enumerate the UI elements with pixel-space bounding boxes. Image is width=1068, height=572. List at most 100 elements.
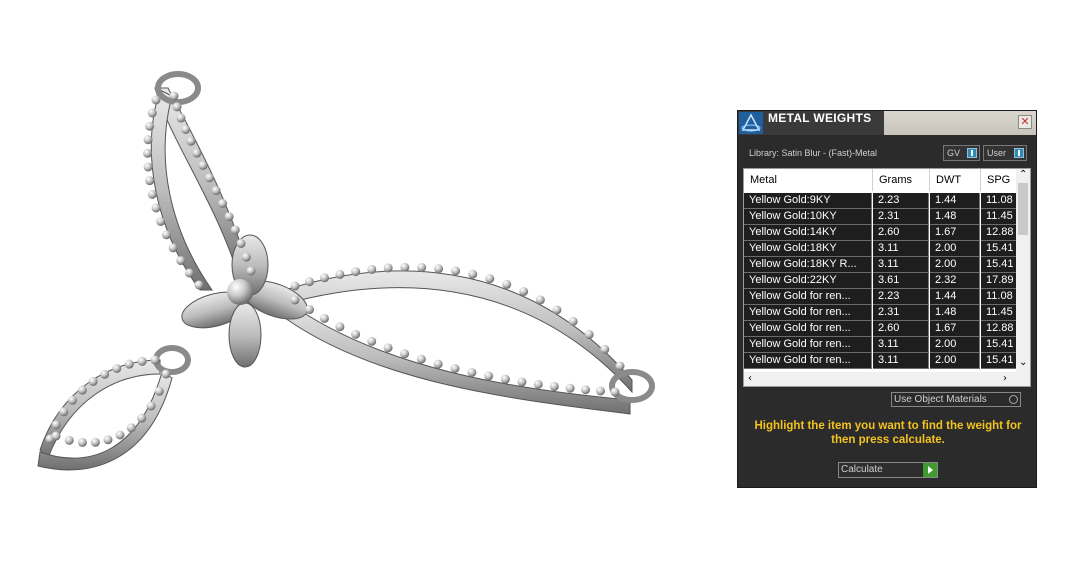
column-header-dwt[interactable]: DWT bbox=[930, 169, 981, 191]
use-object-materials-option[interactable]: Use Object Materials bbox=[891, 392, 1021, 407]
play-icon bbox=[923, 463, 937, 477]
table-cell: Yellow Gold for ren... bbox=[744, 289, 872, 305]
table-cell: 15.41 bbox=[981, 337, 1021, 353]
column-header-metal[interactable]: Metal bbox=[744, 169, 873, 191]
table-cell: 2.60 bbox=[873, 321, 929, 337]
bead bbox=[433, 359, 443, 369]
bead bbox=[305, 277, 315, 287]
table-row[interactable]: Yellow Gold:9KY 2.23 1.44 11.08 bbox=[744, 193, 1021, 209]
bead bbox=[112, 363, 122, 373]
calculate-button[interactable]: Calculate bbox=[838, 462, 938, 478]
table-body: Yellow Gold:9KY 2.23 1.44 11.08 Yellow Gold:… bbox=[744, 193, 1021, 369]
bead bbox=[143, 148, 153, 158]
radio-icon[interactable] bbox=[1009, 395, 1018, 404]
user-toggle[interactable]: User bbox=[983, 145, 1027, 161]
table-cell: Yellow Gold for ren... bbox=[744, 353, 872, 369]
table-cell: Yellow Gold:10KY bbox=[744, 209, 872, 225]
bead bbox=[137, 356, 147, 366]
metal-weights-table[interactable]: Metal Grams DWT SPG Yellow Gold:9KY 2.23 1… bbox=[743, 168, 1031, 387]
table-cell: 3.11 bbox=[873, 257, 929, 273]
table-row[interactable]: Yellow Gold for ren... 2.31 1.48 11.45 bbox=[744, 305, 1021, 321]
table-row[interactable]: Yellow Gold for ren... 3.11 2.00 15.41 bbox=[744, 353, 1021, 369]
bead bbox=[502, 279, 512, 289]
scroll-down-icon[interactable]: ⌄ bbox=[1019, 357, 1027, 368]
bead bbox=[147, 189, 157, 199]
table-cell: Yellow Gold:9KY bbox=[744, 193, 872, 209]
bead bbox=[161, 230, 171, 240]
bead bbox=[241, 252, 251, 262]
table-cell: Yellow Gold:14KY bbox=[744, 225, 872, 241]
toggle-switch-icon bbox=[1014, 148, 1024, 158]
bead bbox=[145, 121, 155, 131]
bead bbox=[59, 407, 69, 417]
table-row[interactable]: Yellow Gold:22KY 3.61 2.32 17.89 bbox=[744, 273, 1021, 289]
table-cell: Yellow Gold:18KY R... bbox=[744, 257, 872, 273]
bead bbox=[151, 95, 161, 105]
table-cell: Yellow Gold:18KY bbox=[744, 241, 872, 257]
bead bbox=[417, 263, 427, 273]
bead bbox=[319, 313, 329, 323]
bead bbox=[230, 225, 240, 235]
pendant-model bbox=[37, 71, 655, 471]
bead bbox=[218, 198, 228, 208]
bead bbox=[100, 369, 110, 379]
table-row[interactable]: Yellow Gold:18KY 3.11 2.00 15.41 bbox=[744, 241, 1021, 257]
table-cell: 2.60 bbox=[873, 225, 929, 241]
bead bbox=[484, 371, 494, 381]
vertical-scrollbar[interactable]: ⌃ ⌄ bbox=[1016, 169, 1030, 372]
bead bbox=[156, 216, 166, 226]
bead bbox=[169, 91, 179, 101]
table-cell: 2.00 bbox=[930, 241, 980, 257]
calculate-label: Calculate bbox=[841, 464, 883, 475]
table-row[interactable]: Yellow Gold:18KY R... 3.11 2.00 15.41 bbox=[744, 257, 1021, 273]
scroll-thumb[interactable] bbox=[1018, 183, 1028, 235]
bead bbox=[383, 343, 393, 353]
bead bbox=[246, 266, 256, 276]
gv-toggle[interactable]: GV bbox=[943, 145, 980, 161]
bead bbox=[367, 264, 377, 274]
table-row[interactable]: Yellow Gold for ren... 2.60 1.67 12.88 bbox=[744, 321, 1021, 337]
table-cell: 1.67 bbox=[930, 321, 980, 337]
bead bbox=[485, 274, 495, 284]
bead bbox=[533, 379, 543, 389]
table-row[interactable]: Yellow Gold:14KY 2.60 1.67 12.88 bbox=[744, 225, 1021, 241]
table-cell: 1.48 bbox=[930, 209, 980, 225]
bead bbox=[416, 354, 426, 364]
3d-viewport[interactable] bbox=[0, 0, 720, 568]
table-row[interactable]: Yellow Gold:10KY 2.31 1.48 11.45 bbox=[744, 209, 1021, 225]
bead bbox=[137, 413, 147, 423]
bead bbox=[67, 395, 77, 405]
bead bbox=[549, 381, 559, 391]
metal-weights-panel: METAL WEIGHTS ✕ Library: Satin Blur - (F… bbox=[737, 110, 1037, 488]
bead bbox=[77, 437, 87, 447]
panel-title: METAL WEIGHTS bbox=[768, 111, 872, 125]
table-cell: Yellow Gold:22KY bbox=[744, 273, 872, 289]
bead bbox=[126, 423, 136, 433]
close-button[interactable]: ✕ bbox=[1018, 115, 1032, 129]
bead bbox=[451, 266, 461, 276]
title-bar[interactable]: METAL WEIGHTS ✕ bbox=[738, 111, 1036, 135]
scroll-left-icon[interactable]: ‹ bbox=[748, 373, 752, 384]
bead bbox=[145, 176, 155, 186]
column-header-spg[interactable]: SPG bbox=[981, 169, 1021, 191]
bead bbox=[467, 367, 477, 377]
table-row[interactable]: Yellow Gold for ren... 3.11 2.00 15.41 bbox=[744, 337, 1021, 353]
bead bbox=[151, 203, 161, 213]
bead bbox=[90, 437, 100, 447]
scroll-right-icon[interactable]: › bbox=[1003, 373, 1007, 384]
table-cell: 2.00 bbox=[930, 337, 980, 353]
table-cell: Yellow Gold for ren... bbox=[744, 305, 872, 321]
table-cell: 3.61 bbox=[873, 273, 929, 289]
bead bbox=[383, 263, 393, 273]
bead bbox=[77, 385, 87, 395]
bead bbox=[143, 135, 153, 145]
table-row[interactable]: Yellow Gold for ren... 2.23 1.44 11.08 bbox=[744, 289, 1021, 305]
bead bbox=[351, 267, 361, 277]
bead bbox=[192, 148, 202, 158]
scroll-up-icon[interactable]: ⌃ bbox=[1019, 169, 1027, 180]
table-cell: 17.89 bbox=[981, 273, 1021, 289]
horizontal-scrollbar[interactable]: ‹ › bbox=[744, 372, 1030, 386]
table-cell: 3.11 bbox=[873, 241, 929, 257]
bead bbox=[517, 377, 527, 387]
column-header-grams[interactable]: Grams bbox=[873, 169, 930, 191]
